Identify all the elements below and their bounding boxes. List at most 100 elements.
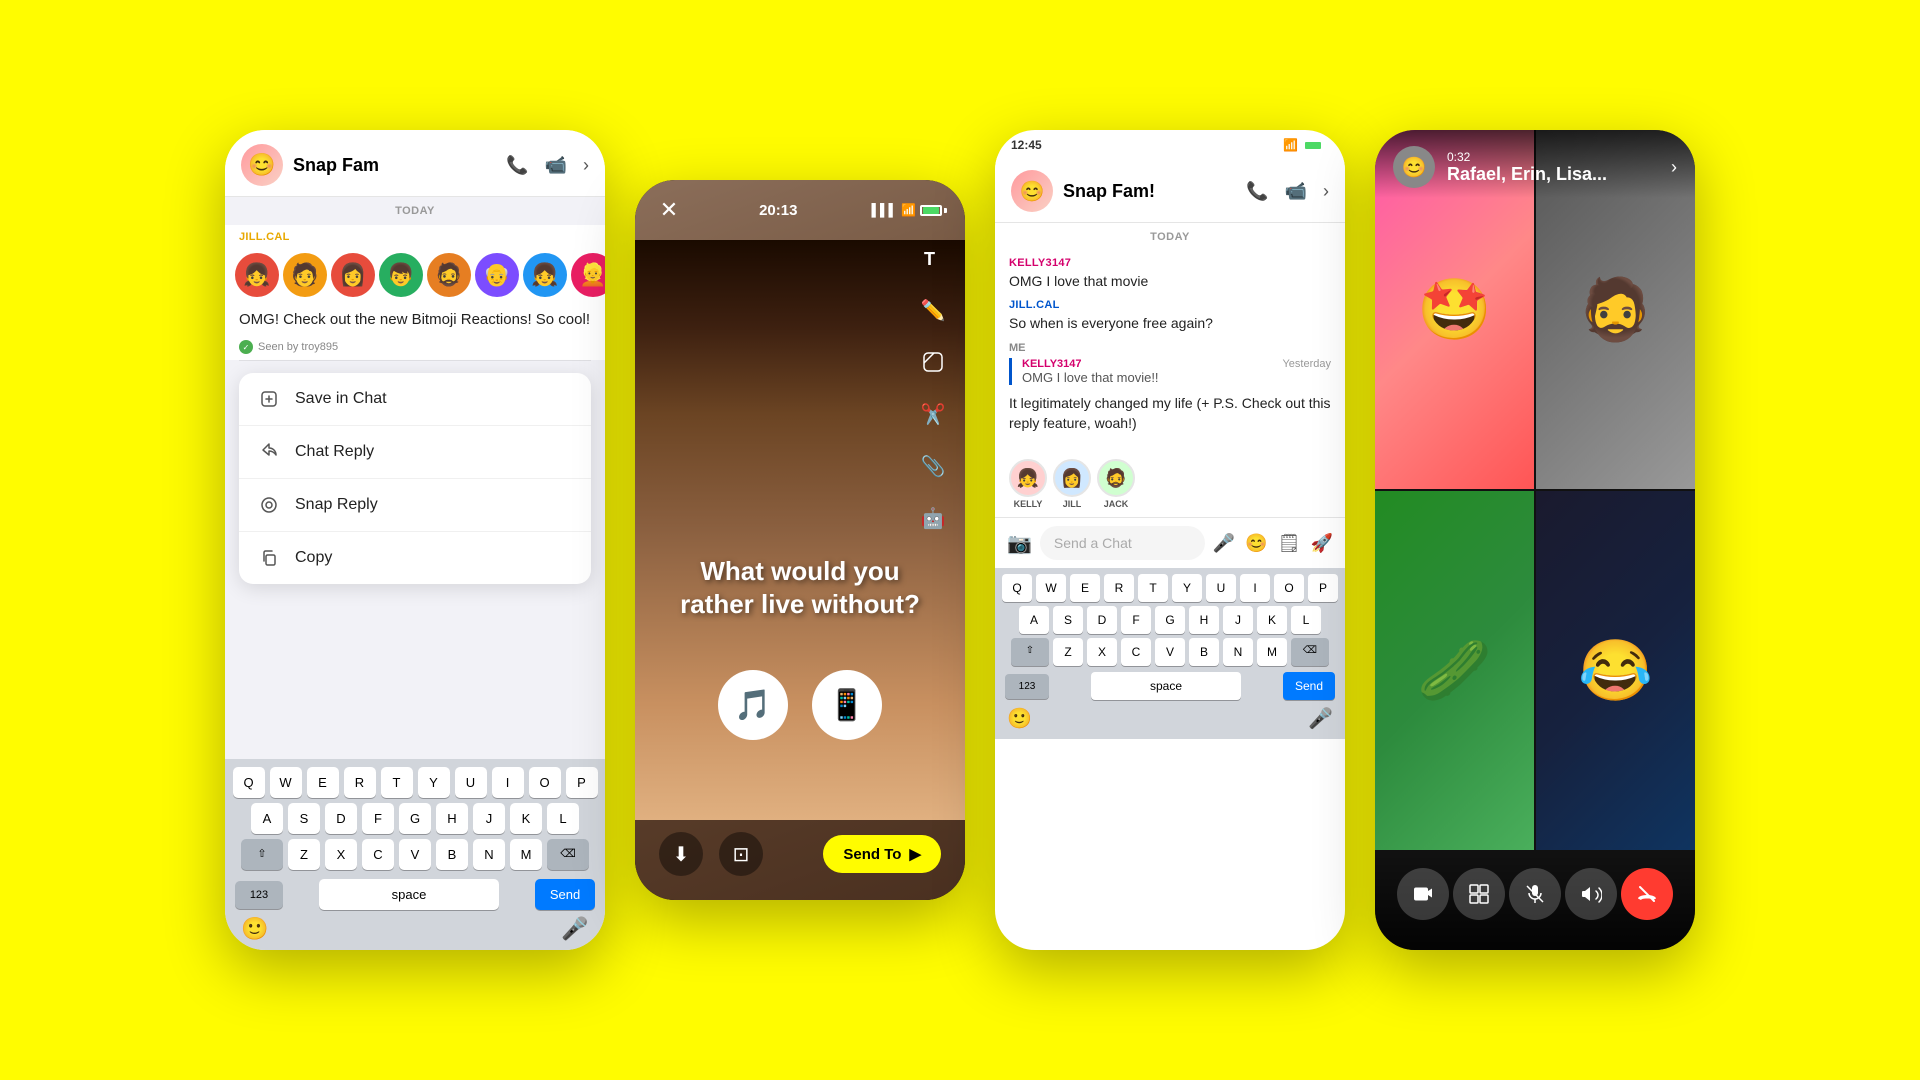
key-g[interactable]: G xyxy=(399,803,431,834)
key-r[interactable]: R xyxy=(344,767,376,798)
key-f[interactable]: F xyxy=(362,803,394,834)
p3-key-t[interactable]: T xyxy=(1138,574,1168,602)
key-k[interactable]: K xyxy=(510,803,542,834)
save-in-chat-item[interactable]: Save in Chat xyxy=(239,373,591,426)
option-music[interactable]: 🎵 xyxy=(718,670,788,740)
key-l[interactable]: L xyxy=(547,803,579,834)
key-w[interactable]: W xyxy=(270,767,302,798)
snap-reply-item[interactable]: Snap Reply xyxy=(239,479,591,532)
chat-input[interactable]: Send a Chat xyxy=(1040,526,1205,560)
key-s[interactable]: S xyxy=(288,803,320,834)
p3-key-c[interactable]: C xyxy=(1121,638,1151,666)
key-m[interactable]: M xyxy=(510,839,542,870)
p3-key-123[interactable]: 123 xyxy=(1005,674,1049,699)
key-space[interactable]: space xyxy=(319,879,499,910)
key-delete[interactable]: ⌫ xyxy=(547,839,589,870)
p3-key-b[interactable]: B xyxy=(1189,638,1219,666)
key-y[interactable]: Y xyxy=(418,767,450,798)
copy-item[interactable]: Copy xyxy=(239,532,591,584)
camera-input-icon[interactable]: 📷 xyxy=(1007,531,1032,556)
key-o[interactable]: O xyxy=(529,767,561,798)
key-e[interactable]: E xyxy=(307,767,339,798)
key-a[interactable]: A xyxy=(251,803,283,834)
p3-key-g[interactable]: G xyxy=(1155,606,1185,634)
p3-key-d[interactable]: D xyxy=(1087,606,1117,634)
chat-reply-item[interactable]: Chat Reply xyxy=(239,426,591,479)
mic-icon[interactable]: 🎤 xyxy=(555,916,595,942)
p4-chevron[interactable]: › xyxy=(1671,157,1677,178)
emoji-input-icon[interactable]: 😊 xyxy=(1245,533,1267,554)
p3-key-send[interactable]: Send xyxy=(1283,672,1335,700)
send-to-button[interactable]: Send To ▶ xyxy=(823,835,941,873)
key-q[interactable]: Q xyxy=(233,767,265,798)
sticker-icon[interactable]: 🗒 xyxy=(1278,533,1301,554)
close-button[interactable]: ✕ xyxy=(653,194,685,226)
key-p[interactable]: P xyxy=(566,767,598,798)
key-i[interactable]: I xyxy=(492,767,524,798)
key-u[interactable]: U xyxy=(455,767,487,798)
link-tool[interactable]: 📎 xyxy=(915,448,951,484)
p3-mic-icon[interactable]: 🎤 xyxy=(1308,706,1333,731)
pencil-tool[interactable]: ✏️ xyxy=(915,292,951,328)
p3-key-y[interactable]: Y xyxy=(1172,574,1202,602)
emoji-icon[interactable]: 🙂 xyxy=(235,916,275,942)
mute-button[interactable] xyxy=(1509,868,1561,920)
p3-key-l[interactable]: L xyxy=(1291,606,1321,634)
p3-key-o[interactable]: O xyxy=(1274,574,1304,602)
video-icon[interactable]: 📹 xyxy=(545,155,567,176)
bitmoji-tool[interactable]: 🤖 xyxy=(915,500,951,536)
scissors-tool[interactable]: ✂️ xyxy=(915,396,951,432)
p3-key-p[interactable]: P xyxy=(1308,574,1338,602)
key-b[interactable]: B xyxy=(436,839,468,870)
key-c[interactable]: C xyxy=(362,839,394,870)
share-button[interactable]: ⊡ xyxy=(719,832,763,876)
p3-key-z[interactable]: Z xyxy=(1053,638,1083,666)
p3-video-icon[interactable]: 📹 xyxy=(1285,181,1307,202)
p3-key-w[interactable]: W xyxy=(1036,574,1066,602)
text-tool[interactable]: T xyxy=(915,240,951,276)
p3-key-h[interactable]: H xyxy=(1189,606,1219,634)
p3-key-q[interactable]: Q xyxy=(1002,574,1032,602)
p3-key-u[interactable]: U xyxy=(1206,574,1236,602)
p3-key-s[interactable]: S xyxy=(1053,606,1083,634)
key-t[interactable]: T xyxy=(381,767,413,798)
p3-key-space[interactable]: space xyxy=(1091,672,1241,700)
p3-key-a[interactable]: A xyxy=(1019,606,1049,634)
rocket-icon[interactable]: 🚀 xyxy=(1311,533,1333,554)
grid-button[interactable] xyxy=(1453,868,1505,920)
speaker-button[interactable] xyxy=(1565,868,1617,920)
key-h[interactable]: H xyxy=(436,803,468,834)
p3-key-k[interactable]: K xyxy=(1257,606,1287,634)
mic-input-icon[interactable]: 🎤 xyxy=(1213,533,1235,554)
p3-chevron[interactable]: › xyxy=(1323,181,1329,202)
key-123[interactable]: 123 xyxy=(235,881,283,909)
p3-key-shift[interactable]: ⇧ xyxy=(1011,638,1049,666)
p3-key-v[interactable]: V xyxy=(1155,638,1185,666)
p3-phone-icon[interactable]: 📞 xyxy=(1246,181,1268,202)
key-z[interactable]: Z xyxy=(288,839,320,870)
key-x[interactable]: X xyxy=(325,839,357,870)
key-shift[interactable]: ⇧ xyxy=(241,839,283,870)
p3-key-e[interactable]: E xyxy=(1070,574,1100,602)
key-n[interactable]: N xyxy=(473,839,505,870)
p3-key-f[interactable]: F xyxy=(1121,606,1151,634)
p3-key-j[interactable]: J xyxy=(1223,606,1253,634)
camera-toggle-button[interactable] xyxy=(1397,868,1449,920)
p3-key-i[interactable]: I xyxy=(1240,574,1270,602)
phone-icon[interactable]: 📞 xyxy=(506,155,528,176)
key-send[interactable]: Send xyxy=(535,879,595,910)
key-d[interactable]: D xyxy=(325,803,357,834)
p3-key-delete[interactable]: ⌫ xyxy=(1291,638,1329,666)
key-v[interactable]: V xyxy=(399,839,431,870)
p3-key-n[interactable]: N xyxy=(1223,638,1253,666)
option-phone[interactable]: 📱 xyxy=(812,670,882,740)
key-j[interactable]: J xyxy=(473,803,505,834)
download-button[interactable]: ⬇ xyxy=(659,832,703,876)
sticker-tool[interactable] xyxy=(915,344,951,380)
p3-key-m[interactable]: M xyxy=(1257,638,1287,666)
p3-key-r[interactable]: R xyxy=(1104,574,1134,602)
p3-emoji-icon[interactable]: 🙂 xyxy=(1007,706,1032,731)
chevron-right-icon[interactable]: › xyxy=(583,155,589,176)
end-call-button[interactable] xyxy=(1621,868,1673,920)
p3-key-x[interactable]: X xyxy=(1087,638,1117,666)
